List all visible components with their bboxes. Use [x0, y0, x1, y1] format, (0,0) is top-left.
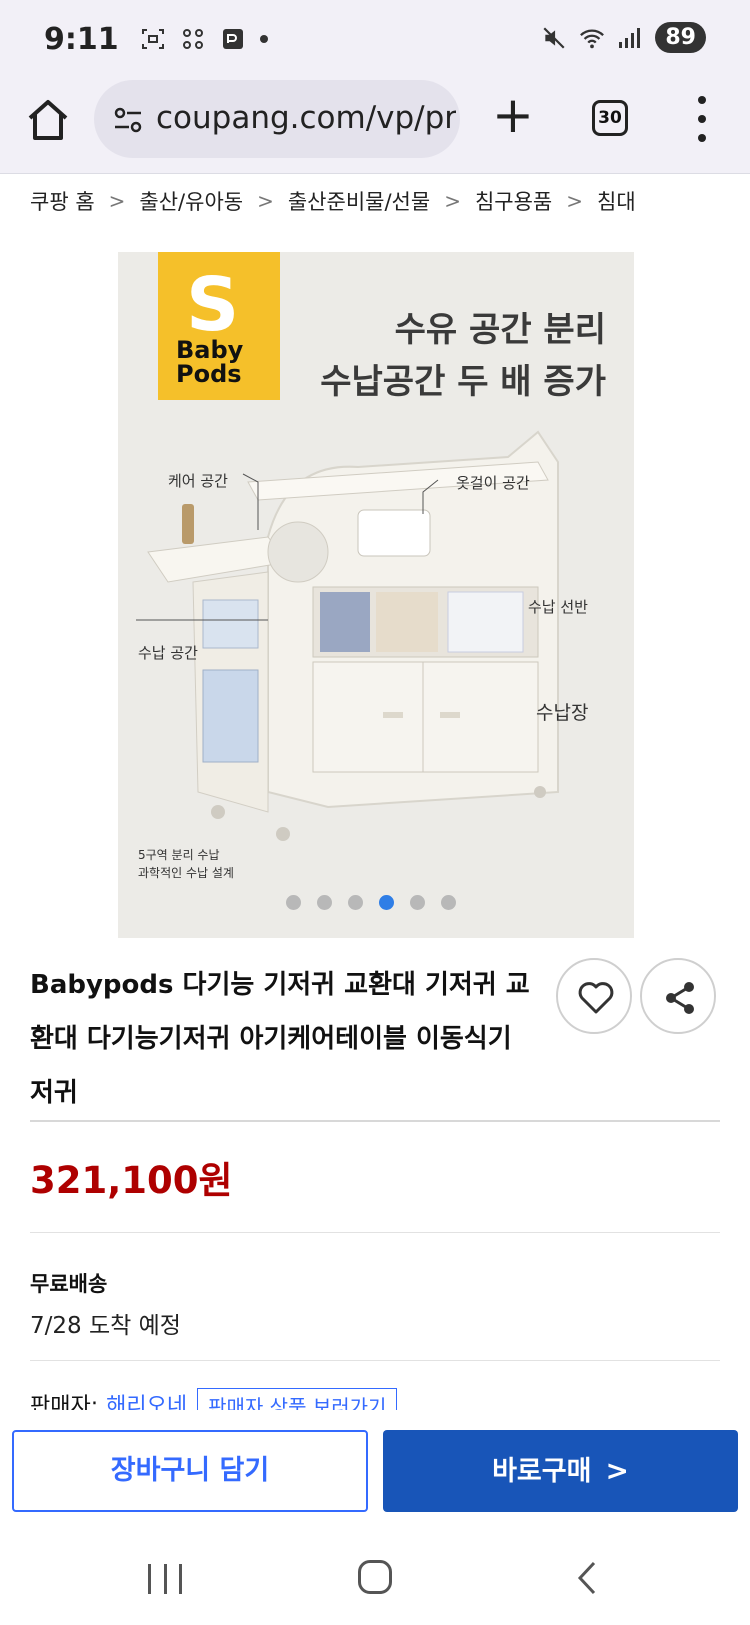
product-image-carousel[interactable]: S Baby Pods 수유 공간 분리 수납공간 두 배 증가 케어 공간 옷… — [118, 252, 634, 938]
shipping-title: 무료배송 — [30, 1272, 108, 1296]
image-headline-1: 수유 공간 분리 — [394, 310, 606, 350]
seller-label: 판매자: — [30, 1394, 99, 1410]
share-button[interactable] — [640, 958, 716, 1034]
logo-text-1: Baby — [176, 336, 244, 364]
home-nav-icon[interactable] — [358, 1560, 392, 1594]
label-care-space: 케어 공간 — [168, 472, 228, 490]
image-headline: 수유 공간 분리 수납공간 두 배 증가 — [320, 304, 606, 408]
more-menu-icon[interactable] — [692, 96, 712, 142]
logo-text-2: Pods — [176, 360, 242, 388]
chevron-right-icon: > — [444, 189, 461, 213]
chevron-right-icon: > — [566, 189, 583, 213]
breadcrumb: 쿠팡 홈 > 출산/유아동 > 출산준비물/선물 > 침구용품 > 침대 — [30, 186, 636, 216]
seller-row: 판매자: 해리오네 판매자 상품 보러가기 — [30, 1388, 720, 1410]
recents-icon[interactable] — [148, 1564, 182, 1594]
wifi-icon — [579, 25, 605, 51]
pay-icon — [220, 26, 246, 52]
breadcrumb-item[interactable]: 침대 — [597, 186, 636, 216]
breadcrumb-item[interactable]: 출산/유아동 — [139, 186, 243, 216]
logo-text: Baby Pods — [176, 338, 243, 386]
grid-icon — [180, 26, 206, 52]
image-caption: 5구역 분리 수납 과학적인 수납 설계 — [138, 846, 234, 882]
browser-toolbar: coupang.com/vp/pro + 30 — [0, 78, 750, 174]
label-cabinet: 수납장 — [536, 702, 589, 724]
carousel-dot[interactable] — [410, 895, 425, 910]
image-caption-2: 과학적인 수납 설계 — [138, 866, 234, 880]
divider — [30, 1232, 720, 1233]
carousel-indicator — [286, 895, 456, 910]
dot-icon — [260, 35, 268, 43]
chevron-right-icon: > — [257, 189, 274, 213]
home-icon[interactable] — [24, 96, 72, 144]
carousel-dot[interactable] — [441, 895, 456, 910]
divider — [30, 1360, 720, 1361]
product-price: 321,100원 — [30, 1159, 233, 1202]
breadcrumb-item[interactable]: 출산준비물/선물 — [288, 186, 430, 216]
seller-name-link[interactable]: 해리오네 — [106, 1388, 187, 1410]
battery-icon: 89 — [655, 22, 706, 53]
system-navigation-bar — [0, 1530, 750, 1625]
breadcrumb-item[interactable]: 쿠팡 홈 — [30, 186, 95, 216]
seller-products-link[interactable]: 판매자 상품 보러가기 — [197, 1388, 398, 1410]
label-hanger-space: 옷걸이 공간 — [456, 474, 530, 492]
share-icon — [666, 982, 694, 1014]
image-headline-2: 수납공간 두 배 증가 — [320, 362, 606, 402]
carousel-dot[interactable] — [286, 895, 301, 910]
breadcrumb-item[interactable]: 침구용품 — [475, 186, 552, 216]
screenshot-icon — [140, 26, 166, 52]
add-to-cart-button[interactable]: 장바구니 담기 — [12, 1430, 368, 1512]
heart-icon — [578, 982, 614, 1014]
babypods-logo: S Baby Pods — [158, 252, 280, 400]
mute-icon — [541, 25, 567, 51]
back-icon[interactable] — [572, 1560, 602, 1596]
status-icons-right: 89 — [541, 22, 706, 53]
url-text[interactable]: coupang.com/vp/pro — [156, 100, 456, 136]
buy-now-button[interactable]: 바로구매 > — [383, 1430, 738, 1512]
chevron-right-icon: > — [605, 1454, 629, 1487]
buy-now-label: 바로구매 — [492, 1456, 592, 1487]
new-tab-icon[interactable]: + — [492, 90, 534, 142]
tab-count-button[interactable]: 30 — [592, 100, 628, 136]
signal-icon — [617, 25, 643, 51]
carousel-dot[interactable] — [317, 895, 332, 910]
chevron-right-icon: > — [108, 189, 126, 213]
status-bar: 9:11 89 — [0, 0, 750, 78]
divider — [30, 1120, 720, 1122]
carousel-dot[interactable] — [348, 895, 363, 910]
image-caption-1: 5구역 분리 수납 — [138, 848, 220, 862]
address-bar[interactable]: coupang.com/vp/pro — [94, 80, 460, 158]
product-title: Babypods 다기능 기저귀 교환대 기저귀 교환대 다기능기저귀 아기케어… — [30, 970, 530, 1108]
label-storage-space: 수납 공간 — [138, 644, 198, 662]
wishlist-button[interactable] — [556, 958, 632, 1034]
status-icons-left — [140, 26, 268, 52]
shipping-date: 7/28 도착 예정 — [30, 1313, 181, 1339]
carousel-dot-active[interactable] — [379, 895, 394, 910]
label-shelf: 수납 선반 — [528, 598, 588, 616]
site-settings-icon[interactable] — [112, 104, 144, 136]
status-time: 9:11 — [44, 22, 119, 57]
